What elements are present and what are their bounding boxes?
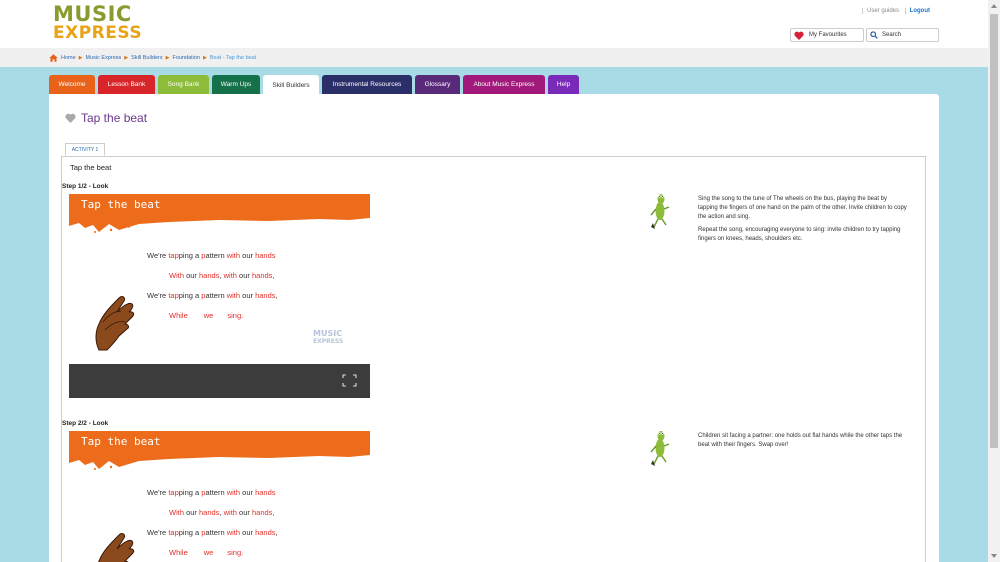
lyric-line-2: With our hands, with our hands, xyxy=(169,508,275,517)
breadcrumb-arrow-icon: ▶ xyxy=(124,54,129,61)
step-2-note-1: Children sit facing a partner: one holds… xyxy=(698,433,903,448)
breadcrumb-music-express[interactable]: Music Express xyxy=(86,55,122,61)
breadcrumb: Home ▶ Music Express ▶ Skill Builders ▶ … xyxy=(0,48,988,67)
music-express-logo[interactable]: MUSIC EXPRESS xyxy=(53,2,143,44)
tab-skill-builders[interactable]: Skill Builders xyxy=(263,75,319,95)
tab-about-music-express[interactable]: About Music Express xyxy=(463,75,545,94)
tab-warm-ups[interactable]: Warm Ups xyxy=(212,75,260,94)
slide-banner-title: Tap the beat xyxy=(81,198,161,211)
breadcrumb-home[interactable]: Home xyxy=(61,55,76,61)
step-1-title: Step 1/2 - Look xyxy=(62,183,109,190)
music-express-watermark: MUSIC EXPRESS xyxy=(313,329,344,346)
tab-activity-1[interactable]: ACTIVITY 1 xyxy=(65,143,105,156)
lyric-line-3: We're tapping a pattern with our hands, xyxy=(147,291,278,300)
lyric-line-4: While we sing. xyxy=(169,311,244,320)
page-scrollbar[interactable] xyxy=(988,0,1000,562)
search-icon xyxy=(870,31,878,39)
clapping-hands-illustration xyxy=(98,533,135,562)
my-favourites-label: My Favourites xyxy=(809,32,847,38)
lyric-line-3: We're tapping a pattern with our hands, xyxy=(147,528,278,537)
breadcrumb-current: Beat - Tap the beat xyxy=(209,54,257,61)
step-2-title: Step 2/2 - Look xyxy=(62,420,109,427)
step-1-note-2: Repeat the song, encouraging everyone to… xyxy=(698,227,901,242)
breadcrumb-arrow-icon: ▶ xyxy=(203,54,207,61)
breadcrumb-arrow-icon: ▶ xyxy=(78,54,83,61)
lyric-line-1: We're tapping a pattern with our hands xyxy=(147,488,276,497)
step-1-video[interactable]: Tap the beat We're tapping a pattern wit… xyxy=(69,194,370,398)
step-2-video[interactable]: Tap the beat We're tapping a pattern wit… xyxy=(69,431,370,562)
tab-instrumental-resources[interactable]: Instrumental Resources xyxy=(322,75,412,94)
user-guides-link[interactable]: User guides xyxy=(861,8,903,14)
tab-lesson-bank[interactable]: Lesson Bank xyxy=(98,75,155,94)
slide-banner: Tap the beat xyxy=(69,194,370,216)
tab-help[interactable]: Help xyxy=(548,75,579,94)
breadcrumb-foundation[interactable]: Foundation xyxy=(173,55,201,61)
clapping-hands-illustration xyxy=(95,296,135,351)
search-box[interactable]: Search xyxy=(866,28,939,42)
banner-splash-decoration xyxy=(69,216,370,233)
logo-line-1: MUSIC xyxy=(53,2,132,26)
panel-title: Tap the beat xyxy=(70,163,112,172)
favourite-heart-icon[interactable] xyxy=(65,113,76,123)
step-1-notes: Sing the song to the tune of The wheels … xyxy=(698,195,908,248)
site-header: MUSIC EXPRESS User guides Logout My Favo… xyxy=(0,0,988,48)
top-links: User guides Logout xyxy=(861,8,934,14)
lyric-line-1: We're tapping a pattern with our hands xyxy=(147,251,276,260)
breadcrumb-arrow-icon: ▶ xyxy=(165,54,170,61)
video-player-controls[interactable] xyxy=(69,364,370,398)
page-title: Tap the beat xyxy=(65,111,147,125)
scroll-down-icon[interactable] xyxy=(991,554,997,558)
search-input[interactable]: Search xyxy=(882,32,901,38)
slide-banner-title: Tap the beat xyxy=(81,435,161,448)
tab-song-bank[interactable]: Song Bank xyxy=(158,75,209,94)
logo-line-2: EXPRESS xyxy=(53,23,143,43)
home-icon[interactable] xyxy=(49,53,58,62)
banner-splash-decoration xyxy=(69,453,370,470)
page-title-text: Tap the beat xyxy=(81,111,148,125)
lyric-line-4: While we sing. xyxy=(169,548,244,557)
scroll-up-icon[interactable] xyxy=(991,4,997,8)
fullscreen-icon[interactable] xyxy=(342,374,357,387)
scrollbar-thumb[interactable] xyxy=(990,14,998,448)
heart-icon xyxy=(794,31,804,40)
crocodile-character-icon xyxy=(650,194,670,229)
breadcrumb-skill-builders[interactable]: Skill Builders xyxy=(131,55,162,61)
tab-glossary[interactable]: Glossary xyxy=(415,75,460,94)
tab-welcome[interactable]: Welcome xyxy=(49,75,95,94)
step-1-note-1: Sing the song to the tune of The wheels … xyxy=(698,196,907,220)
main-nav-tabs: Welcome Lesson Bank Song Bank Warm Ups S… xyxy=(49,75,579,95)
slide-banner: Tap the beat xyxy=(69,431,370,453)
crocodile-character-icon xyxy=(650,431,670,466)
activity-panel: Tap the beat Step 1/2 - Look Tap the bea… xyxy=(61,156,926,562)
step-2-notes: Children sit facing a partner: one holds… xyxy=(698,432,908,454)
logout-link[interactable]: Logout xyxy=(904,8,934,14)
content-area: Tap the beat ACTIVITY 1 Tap the beat Ste… xyxy=(49,94,939,562)
my-favourites-button[interactable]: My Favourites xyxy=(790,28,864,42)
lyric-line-2: With our hands, with our hands, xyxy=(169,271,275,280)
